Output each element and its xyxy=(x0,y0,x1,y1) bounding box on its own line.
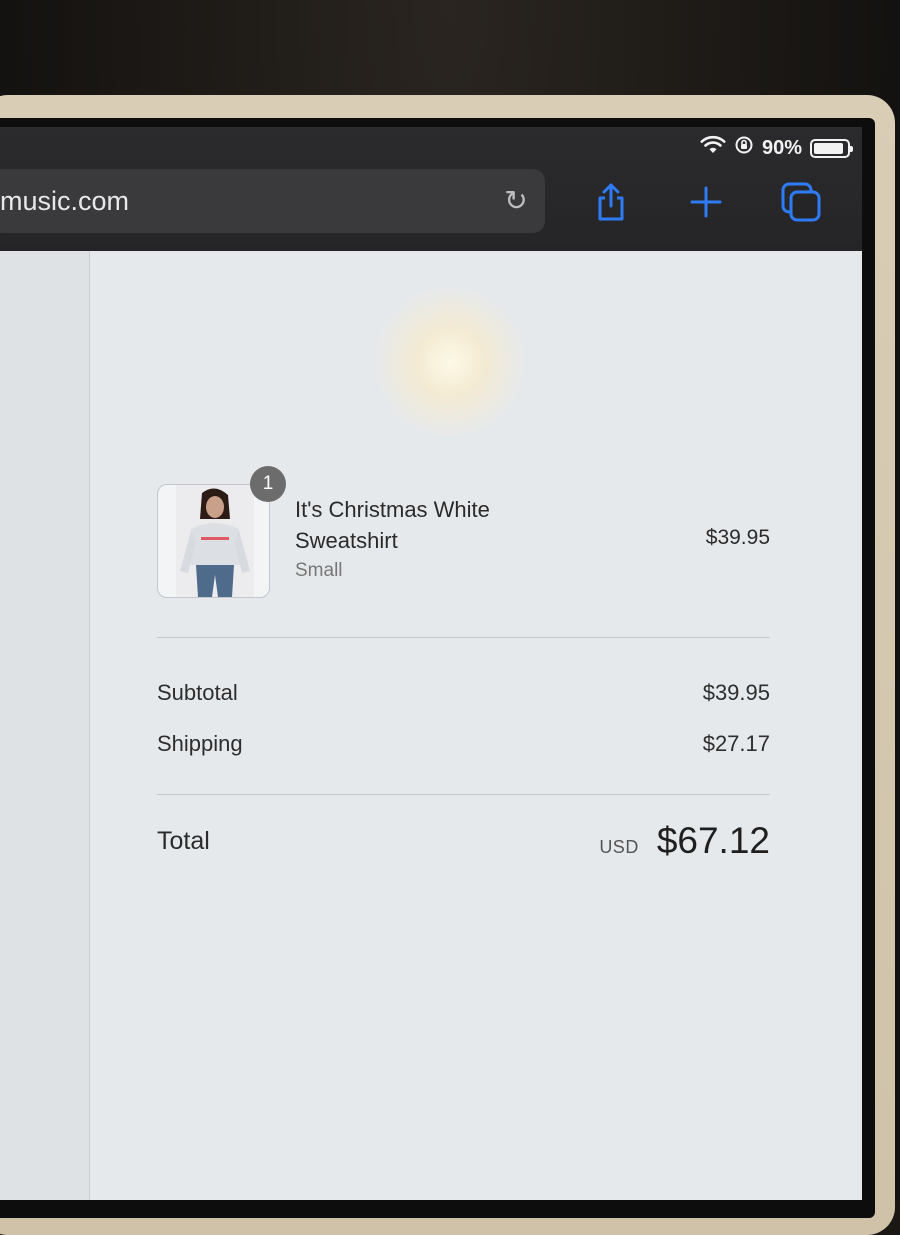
product-thumbnail xyxy=(157,484,270,598)
share-icon[interactable] xyxy=(588,179,634,225)
total-label: Total xyxy=(157,826,210,855)
shipping-label: Shipping xyxy=(157,731,243,756)
battery-level-fill xyxy=(814,142,843,154)
tabs-icon[interactable] xyxy=(778,179,824,225)
product-variant: Small xyxy=(295,560,343,581)
address-bar-url: music.com xyxy=(0,185,130,216)
checkout-left-pane xyxy=(0,251,90,1200)
summary-divider xyxy=(157,637,770,638)
total-amount: $67.12 xyxy=(656,820,770,861)
address-bar[interactable]: music.com ↻ xyxy=(0,169,545,233)
quantity-badge: 1 xyxy=(250,466,286,502)
wifi-icon xyxy=(700,135,726,161)
status-bar: 90% xyxy=(700,135,853,161)
battery-icon xyxy=(810,138,853,158)
browser-toolbar: 90% music.com ↻ xyxy=(0,127,862,251)
currency-code: USD xyxy=(599,837,639,857)
product-photo xyxy=(176,485,254,597)
checkout-page: 1 It's Christmas White Sweatshirt Small … xyxy=(0,251,862,1200)
reload-icon[interactable]: ↻ xyxy=(501,186,531,216)
shipping-row: Shipping $27.17 xyxy=(157,731,770,757)
total-amount-group: USD $67.12 xyxy=(599,820,770,862)
total-divider xyxy=(157,794,770,795)
total-row: Total USD $67.12 xyxy=(157,811,770,871)
subtotal-value: $39.95 xyxy=(702,680,770,705)
cart-item: 1 It's Christmas White Sweatshirt Small … xyxy=(157,466,770,599)
orientation-lock-icon xyxy=(734,135,754,161)
product-name: It's Christmas White Sweatshirt xyxy=(295,497,490,553)
device-screen: 90% music.com ↻ 1 It's Christmas White S… xyxy=(0,127,862,1200)
subtotal-label: Subtotal xyxy=(157,680,238,705)
subtotal-row: Subtotal $39.95 xyxy=(157,680,770,706)
battery-percent: 90% xyxy=(761,136,802,159)
new-tab-plus-icon[interactable] xyxy=(683,179,729,225)
shipping-value: $27.17 xyxy=(702,731,770,756)
product-price: $39.95 xyxy=(705,526,770,549)
